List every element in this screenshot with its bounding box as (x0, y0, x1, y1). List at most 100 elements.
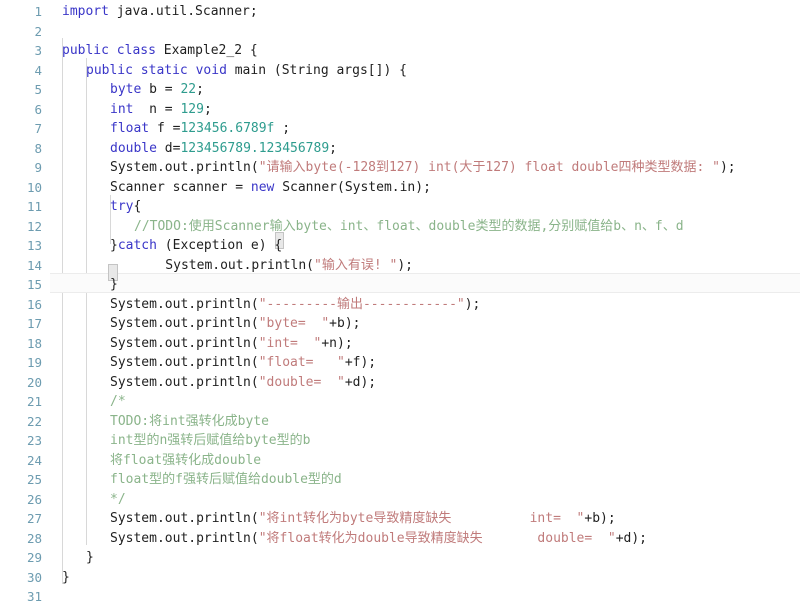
code-line[interactable]: byte b = 22; (0, 80, 800, 100)
line-number[interactable]: 11 (0, 197, 42, 217)
token-pln (109, 43, 117, 58)
token-kw: class (116, 43, 156, 58)
line-number[interactable]: 24 (0, 451, 42, 471)
code-content[interactable]: import java.util.Scanner; public class Ex… (0, 0, 800, 606)
token-pln: System.out.println( (110, 530, 259, 546)
code-line[interactable]: double d=123456789.123456789; (0, 139, 800, 159)
code-line-text: System.out.println("double= "+d); (110, 373, 376, 393)
code-line[interactable]: /* (0, 392, 800, 412)
token-str: "输入有误! " (314, 257, 398, 273)
code-line[interactable]: 将float强转化成double (0, 451, 800, 471)
token-str: "double= " (258, 374, 345, 390)
code-line[interactable]: System.out.println("double= "+d); (0, 373, 800, 393)
line-number[interactable]: 14 (0, 256, 42, 276)
code-line[interactable]: Scanner scanner = new Scanner(System.in)… (0, 178, 800, 198)
line-number[interactable]: 13 (0, 236, 42, 256)
code-line-text: System.out.println("int= "+n); (110, 334, 353, 354)
code-line[interactable]: }catch (Exception e) { (0, 236, 800, 256)
code-line[interactable]: public class Example2_2 { (0, 41, 800, 61)
line-number[interactable]: 21 (0, 392, 42, 412)
line-number[interactable]: 30 (0, 568, 42, 588)
code-line[interactable] (0, 22, 800, 42)
token-num: 123456.6789f (180, 121, 275, 136)
code-line[interactable]: System.out.println("int= "+n); (0, 334, 800, 354)
code-line[interactable]: } (0, 548, 800, 568)
code-line-text: System.out.println("float= "+f); (110, 353, 376, 373)
code-line[interactable]: import java.util.Scanner; (0, 2, 800, 22)
line-number[interactable]: 2 (0, 22, 42, 42)
line-number[interactable]: 6 (0, 100, 42, 120)
code-line[interactable]: System.out.println("byte= "+b); (0, 314, 800, 334)
line-number[interactable]: 1 (0, 2, 42, 22)
code-line-text: import java.util.Scanner; (62, 2, 258, 22)
code-line[interactable] (0, 587, 800, 606)
token-kw: new (250, 179, 275, 195)
token-pln: { (133, 199, 142, 214)
line-number[interactable]: 4 (0, 61, 42, 81)
line-number[interactable]: 31 (0, 587, 42, 606)
code-line-text: int型的n强转后赋值给byte型的b (110, 431, 310, 451)
code-line[interactable]: try{ (0, 197, 800, 217)
code-line[interactable]: System.out.println("输入有误! "); (0, 256, 800, 276)
code-line-text: System.out.println("将float转化为double导致精度缺… (110, 529, 647, 549)
line-number[interactable]: 23 (0, 431, 42, 451)
code-line[interactable]: System.out.println("请输入byte(-128到127) in… (0, 158, 800, 178)
code-line[interactable]: int型的n强转后赋值给byte型的b (0, 431, 800, 451)
token-pln (133, 63, 141, 78)
code-editor[interactable]: import java.util.Scanner; public class Ex… (0, 0, 800, 606)
line-number[interactable]: 12 (0, 217, 42, 237)
token-pln: } (86, 550, 94, 565)
token-pln: ); (397, 257, 413, 273)
token-pln: System.out.println( (110, 511, 259, 526)
code-line[interactable]: float型的f强转后赋值给double型的d (0, 470, 800, 490)
line-number[interactable]: 28 (0, 529, 42, 549)
token-str: "---------输出------------" (258, 296, 465, 312)
line-number[interactable]: 29 (0, 548, 42, 568)
code-line[interactable]: int n = 129; (0, 100, 800, 120)
code-line-text: /* (110, 392, 126, 412)
line-number[interactable]: 10 (0, 178, 42, 198)
line-number[interactable]: 20 (0, 373, 42, 393)
line-number[interactable]: 18 (0, 334, 42, 354)
token-kw: void (195, 62, 227, 78)
code-line[interactable]: float f =123456.6789f ; (0, 119, 800, 139)
code-line[interactable]: System.out.println("float= "+f); (0, 353, 800, 373)
line-number[interactable]: 16 (0, 295, 42, 315)
code-line[interactable]: System.out.println("---------输出---------… (0, 295, 800, 315)
token-pln: ); (719, 160, 736, 175)
code-line[interactable]: public static void main (String args[]) … (0, 61, 800, 81)
token-kw: import (62, 4, 109, 19)
line-number[interactable]: 5 (0, 80, 42, 100)
line-number[interactable]: 15 (0, 275, 42, 295)
line-number[interactable]: 17 (0, 314, 42, 334)
token-pln: } (110, 277, 118, 292)
token-num: 22 (180, 82, 197, 97)
code-line-text: int n = 129; (110, 100, 212, 120)
code-line[interactable]: //TODO:使用Scanner输入byte、int、float、double类… (0, 217, 800, 237)
line-number[interactable]: 7 (0, 119, 42, 139)
token-pln: ; (196, 82, 204, 97)
code-line-text: }catch (Exception e) { (110, 236, 282, 256)
line-number[interactable]: 27 (0, 509, 42, 529)
line-number[interactable]: 8 (0, 139, 42, 159)
code-line[interactable]: System.out.println("将int转化为byte导致精度缺失 in… (0, 509, 800, 529)
line-number[interactable]: 26 (0, 490, 42, 510)
line-number[interactable]: 19 (0, 353, 42, 373)
code-line[interactable]: TODO:将int强转化成byte (0, 412, 800, 432)
token-cmt: /* (110, 394, 126, 409)
code-line[interactable]: } (0, 275, 800, 295)
line-number-gutter[interactable]: 1 2 3 4 5 6 7 8 9 10 11 12 13 14 15 16 17 18 19 20 21 22 23 24 2… (0, 0, 50, 606)
line-number[interactable]: 25 (0, 470, 42, 490)
code-line[interactable]: System.out.println("将float转化为double导致精度缺… (0, 529, 800, 549)
line-number[interactable]: 22 (0, 412, 42, 432)
code-line-text: float f =123456.6789f ; (110, 119, 290, 139)
token-num: 129 (180, 101, 204, 117)
token-pln: } (62, 569, 70, 585)
token-pln: +n); (321, 335, 353, 351)
line-number[interactable]: 9 (0, 158, 42, 178)
token-cmt: float型的f强转后赋值给double型的d (110, 472, 342, 487)
code-line-text: } (110, 275, 118, 295)
line-number[interactable]: 3 (0, 41, 42, 61)
code-line[interactable]: } (0, 568, 800, 588)
code-line[interactable]: */ (0, 490, 800, 510)
